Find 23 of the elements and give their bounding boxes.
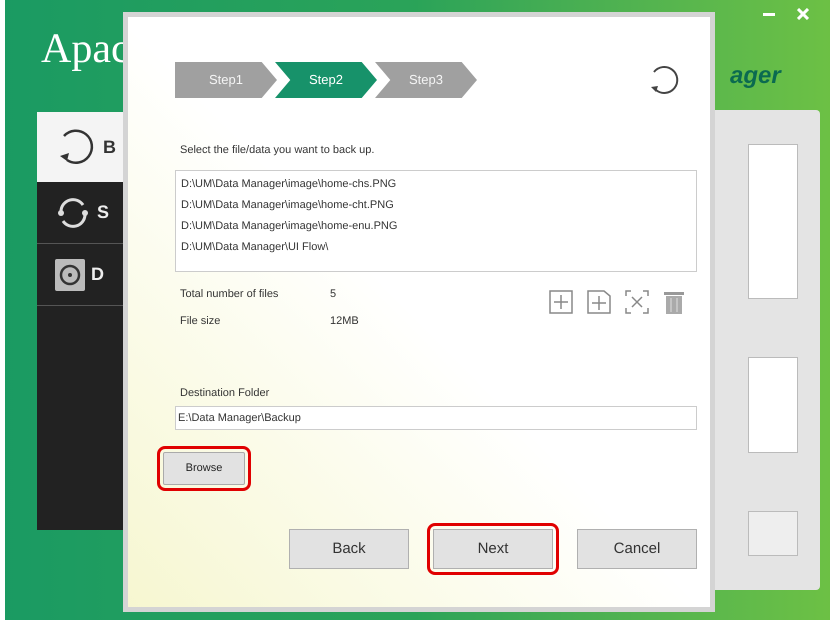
- stat-value: 12MB: [330, 314, 359, 329]
- panel-box: [748, 511, 798, 556]
- stat-value: 5: [330, 286, 336, 302]
- app-logo: Apac: [41, 25, 130, 74]
- dialog-button[interactable]: Next: [433, 529, 553, 569]
- browse-button[interactable]: Browse: [163, 452, 245, 485]
- file-path[interactable]: D:\UM\Data Manager\image\home-cht.PNG: [181, 194, 696, 216]
- dialog-button[interactable]: Back: [289, 529, 409, 569]
- dialog-button[interactable]: Cancel: [577, 529, 697, 569]
- destination-field[interactable]: E:\Data Manager\Backup: [175, 406, 697, 430]
- add-file-icon[interactable]: [549, 290, 573, 314]
- stat-label: Total number of files: [180, 286, 280, 302]
- add-folder-icon[interactable]: [587, 290, 611, 314]
- instruction-text: Select the file/data you want to back up.: [179, 143, 376, 158]
- stat-label: File size: [180, 314, 222, 329]
- clear-icon[interactable]: [625, 290, 649, 314]
- trash-icon[interactable]: [663, 290, 685, 314]
- file-path[interactable]: D:\UM\Data Manager\image\home-chs.PNG: [181, 174, 696, 194]
- file-path[interactable]: D:\UM\Data Manager\image\home-enu.PNG: [181, 216, 696, 236]
- close-icon[interactable]: [797, 8, 809, 20]
- destination-label: Destination Folder: [179, 386, 270, 400]
- file-path[interactable]: D:\UM\Data Manager\UI Flow\: [181, 236, 696, 258]
- app-subtitle: ager: [730, 61, 781, 91]
